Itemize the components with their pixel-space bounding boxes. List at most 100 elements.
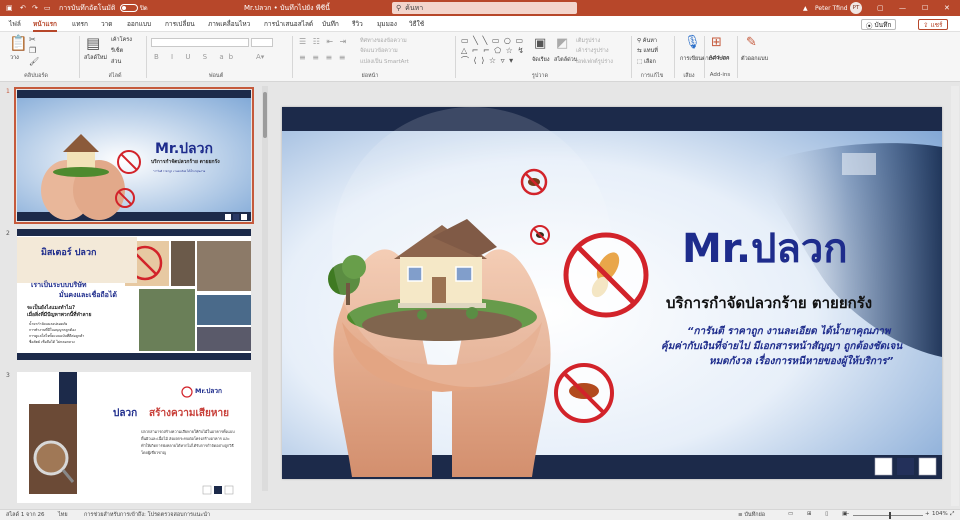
present-icon[interactable]: ▭ [44,0,51,16]
accessibility-status[interactable]: การช่วยสำหรับการเข้าถึง: โปรดตรวจสอบการแ… [84,511,210,519]
arrange-icon[interactable]: ▣ [534,37,546,50]
quick-styles-icon[interactable]: ◩ [556,37,568,50]
notes-button[interactable]: ≡ บันทึกย่อ [738,511,765,519]
designer-label[interactable]: ตัวออกแบบ [741,55,768,63]
reset-button[interactable]: รีเซ็ต [111,47,123,55]
minimize-icon[interactable]: — [899,0,906,16]
arrange-label[interactable]: จัดเรียง [532,56,550,64]
tab-record[interactable]: บันทึก [322,16,339,32]
find-button[interactable]: ⚲ ค้นหา [637,37,657,45]
tab-design[interactable]: ออกแบบ [127,16,151,32]
search-box[interactable]: ⚲ ค้นหา [392,2,577,14]
editor-scrollbar[interactable] [951,86,959,506]
font-name-select[interactable] [151,38,249,47]
separator [737,36,738,78]
slide-subtitle[interactable]: บริการกำจัดปลวกร้าย ตายยกรัง [666,291,872,315]
paste-label[interactable]: วาง [10,54,19,62]
microphone-icon[interactable]: 🎙 [684,36,701,49]
toggle-knob[interactable] [120,4,138,12]
replace-button[interactable]: ⇆ แทนที่ [637,47,658,55]
text-direction-button[interactable]: ทิศทางของข้อความ [360,37,407,45]
font-size-select[interactable] [251,38,273,47]
thumb1-art [17,90,251,221]
record-button-label: บันทึก [874,20,892,29]
addins-label[interactable]: Add-ins [709,55,730,61]
slide-thumbnail-3[interactable]: Mr.ปลวก ปลวก สร้างความเสียหาย ปลวกสามารถ… [17,372,251,503]
document-title[interactable]: Mr.ปลวก • บันทึกไปยัง พีซีนี้ [244,0,330,16]
autosave-state: ปิด [140,5,148,12]
slide-quote-line-1[interactable]: “การันตี ราคาถูก งานละเอียด ได้น้ำยาคุณภ… [687,324,890,339]
tab-transitions[interactable]: การเปลี่ยน [165,16,195,32]
slide-thumbnail-2[interactable]: มิสเตอร์ ปลวก เราเป็นระบบบริษัท มั่นคงแล… [17,229,251,360]
zoom-in-button[interactable]: + [925,511,930,517]
group-editing: การแก้ไข [640,73,664,79]
zoom-slider[interactable] [853,515,923,516]
slide-quote-line-2[interactable]: คุ้มค่ากับเงินที่จ่ายไป มีเอกสารหน้าสัญญ… [661,339,902,354]
tab-insert[interactable]: แทรก [72,16,88,32]
record-button[interactable]: ⦿ บันทึก [861,19,897,30]
quick-styles-label[interactable]: สไตล์ด่วน [554,56,578,64]
share-button[interactable]: ⇪ แชร์ [918,19,948,30]
redo-icon[interactable]: ↷ [32,0,38,16]
tab-view[interactable]: มุมมอง [377,16,397,32]
tab-slideshow[interactable]: การนำเสนอสไลด์ [264,16,313,32]
font-format-buttons[interactable]: B I U S ab [154,53,238,61]
thumbnail-scrollbar[interactable] [262,86,268,491]
search-icon: ⚲ [396,4,402,12]
layout-button[interactable]: เค้าโครง [111,36,132,44]
avatar[interactable]: PT [850,2,862,14]
paste-icon[interactable]: 📋 [9,36,28,51]
group-paragraph: ย่อหน้า [361,73,379,79]
copy-icon[interactable]: ❐ [29,47,36,55]
user-name[interactable]: Peter Tfind [815,0,848,16]
view-buttons[interactable]: ▭ ⊞ ▯ ▣ [788,511,853,517]
format-painter-icon[interactable]: 🖌 [29,58,39,66]
slide-info: สไลด์ 1 จาก 26 [6,512,45,518]
separator [292,36,293,78]
undo-icon[interactable]: ↶ [20,0,26,16]
list-buttons[interactable]: ☰ ☷ ⇤ ⇥ [299,37,348,46]
slide-title[interactable]: Mr.ปลวก [682,227,848,271]
tab-animations[interactable]: ภาพเคลื่อนไหว [208,16,250,32]
shape-outline-button[interactable]: เค้าร่างรูปร่าง [576,47,609,55]
thumb1-title: Mr.ปลวก [155,141,213,157]
ribbon-display-icon[interactable]: ▢ [877,0,884,16]
thumb1-subtitle: บริการกำจัดปลวกร้าย ตายยกรัง [151,159,220,165]
slide-thumbnail-1[interactable]: Mr.ปลวก บริการกำจัดปลวกร้าย ตายยกรัง “กา… [14,87,254,224]
zoom-out-button[interactable]: − [845,511,850,517]
close-icon[interactable]: ✕ [944,0,950,16]
shapes-gallery[interactable]: ▭ ╲ ╲ ▭ ○ ▭ △ ⌐ ⌐ ⬠ ☆ ↯ ⌒ ⟨ ⟩ ☆ ▿ ▾ [461,36,529,68]
addins-icon[interactable]: ⊞ [711,36,722,49]
tab-review[interactable]: รีวิว [352,16,363,32]
share-icon: ⇪ [923,20,929,29]
smartart-button[interactable]: แปลงเป็น SmartArt [360,58,409,66]
align-text-button[interactable]: จัดแนวข้อความ [360,47,398,55]
new-slide-label[interactable]: สไลด์ใหม่ [84,54,107,62]
tab-help[interactable]: วิธีใช้ [409,16,424,32]
tab-draw[interactable]: วาด [101,16,113,32]
slide-quote-line-3[interactable]: หมดกังวล เรื่องการหนีหายของผู้ให้บริการ” [709,354,893,369]
shape-fill-button[interactable]: เติมรูปร่าง [576,37,600,45]
font-color-icon[interactable]: A▾ [256,53,264,61]
tab-file[interactable]: ไฟล์ [9,16,21,32]
zoom-level[interactable]: 104% [932,511,948,517]
fit-slide-icon[interactable]: ⤢ [950,511,954,518]
separator [674,36,675,78]
maximize-icon[interactable]: ☐ [922,0,928,16]
shape-effects-button[interactable]: เอฟเฟกต์รูปร่าง [576,58,613,66]
zoom-slider-thumb[interactable] [889,512,891,519]
select-button[interactable]: ⬚ เลือก [637,58,656,66]
save-icon[interactable]: ▣ [6,0,13,16]
thumb3-logo: Mr.ปลวก [195,387,222,395]
main-slide-canvas[interactable]: Mr.ปลวก บริการกำจัดปลวกร้าย ตายยกรัง “กา… [282,107,942,479]
section-button[interactable]: ส่วน [111,58,121,66]
cut-icon[interactable]: ✂ [29,36,36,44]
designer-icon[interactable]: ✎ [746,36,757,49]
new-slide-icon[interactable]: ▤ [86,36,100,51]
tab-home[interactable]: หน้าแรก [33,16,57,32]
autosave-toggle[interactable]: ปิด [117,0,148,16]
notes-label: บันทึกย่อ [744,512,766,518]
language-indicator[interactable]: ไทย [58,511,68,519]
select-label: เลือก [643,59,656,65]
align-buttons[interactable]: ≡ ≡ ≡ ≡ [299,53,347,62]
